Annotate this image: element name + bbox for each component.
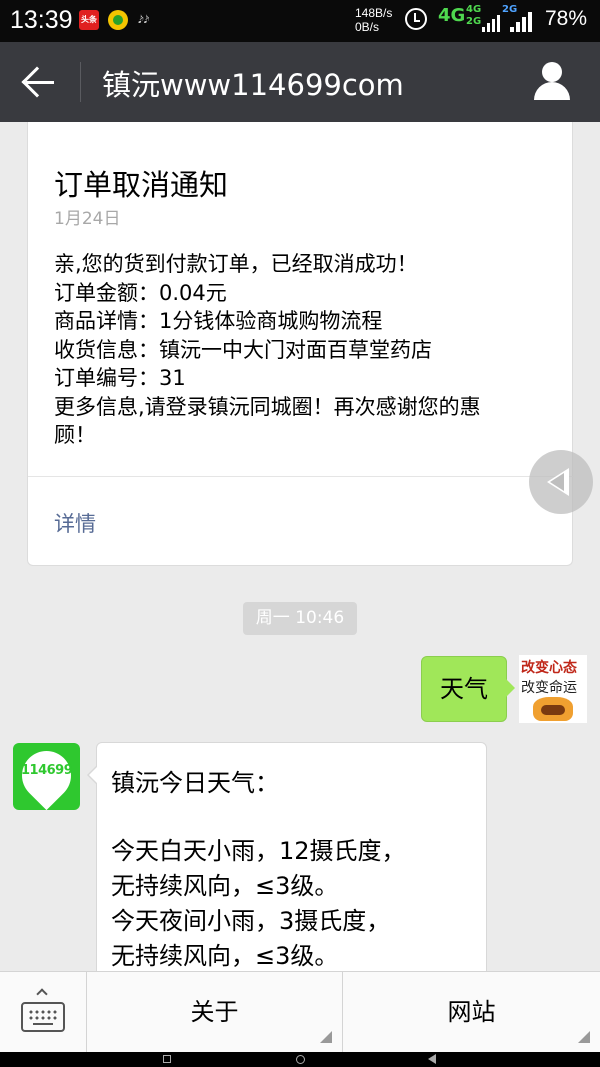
network-speed-up: 148B/s (355, 6, 393, 20)
card-line: 顾！ (54, 423, 96, 447)
menu-item-about[interactable]: 关于 (87, 972, 343, 1053)
incoming-message-bubble[interactable]: 镇沅今日天气： 今天白天小雨，12摄氏度， 无持续风向，≤3级。 今天夜间小雨，… (87, 742, 487, 982)
card-line: 更多信息,请登录镇沅同城圈！再次感谢您的惠 (54, 394, 481, 419)
card-date: 1月24日 (54, 209, 121, 229)
back-icon[interactable] (428, 1054, 436, 1064)
home-icon[interactable] (296, 1055, 305, 1064)
network-type: 4G (438, 5, 466, 26)
profile-button[interactable] (532, 62, 572, 102)
title-bar: 镇沅www114699com (0, 42, 600, 122)
bot-avatar[interactable]: 114699 (11, 740, 82, 811)
battery-level: 78% (545, 7, 588, 30)
outgoing-message-bubble[interactable]: 天气 (421, 656, 515, 722)
card-line: 亲,您的货到付款订单，已经取消成功！ (54, 252, 418, 276)
avatar-image (533, 697, 573, 721)
sim2-type-2: 2G (466, 16, 482, 27)
back-arrow-stem (26, 81, 54, 84)
back-button[interactable] (21, 64, 62, 100)
details-link[interactable]: 详情 (54, 508, 96, 538)
order-cancel-card[interactable]: 订单取消通知 1月24日 亲,您的货到付款订单，已经取消成功！ 订单金额：0.0… (27, 122, 574, 566)
message-line: 无持续风向，≤3级。 (111, 942, 339, 970)
news-app-icon: 头条 (79, 10, 99, 30)
card-line: 订单金额：0.04元 (54, 280, 227, 305)
title-divider (80, 62, 81, 102)
keyboard-icon (21, 1002, 65, 1032)
app-notification-icon (108, 10, 128, 30)
chevron-up-icon (36, 988, 48, 1000)
avatar-text-1: 改变心态 (521, 660, 577, 676)
message-line: 无持续风向，≤3级。 (111, 872, 339, 900)
message-line: 镇沅今日天气： (111, 769, 279, 797)
signal-icon-sim1 (482, 12, 500, 32)
person-icon (542, 62, 562, 82)
sim2-network: 4G 2G (466, 4, 481, 28)
avatar-text-2: 改变命运 (521, 680, 577, 696)
menu-item-label: 网站 (447, 998, 496, 1026)
my-avatar[interactable]: 改变心态 改变命运 (519, 655, 587, 723)
message-line: 今天白天小雨，12摄氏度， (111, 837, 406, 865)
chat-title: 镇沅www114699com (102, 68, 404, 102)
card-line: 商品详情：1分钱体验商城购物流程 (54, 309, 383, 333)
message-line: 今天夜间小雨，3摄氏度， (111, 907, 391, 935)
card-title: 订单取消通知 (54, 168, 229, 202)
card-line: 订单编号：31 (54, 366, 186, 390)
card-divider (28, 476, 574, 477)
bot-avatar-label: 114699 (21, 763, 73, 778)
sim2-type-1: 4G (466, 4, 482, 15)
message-timestamp: 周一 10:46 (243, 602, 357, 635)
system-nav-bar (0, 1052, 600, 1067)
keyboard-toggle-button[interactable] (0, 972, 87, 1053)
wechat-notification-icon: 𝆔𝆔 (138, 8, 150, 28)
card-line: 收货信息：镇沅一中大门对面百草堂药店 (54, 337, 432, 362)
submenu-indicator-icon (578, 1031, 590, 1043)
signal-icon-sim2 (510, 12, 532, 32)
bottom-menu: 关于 网站 (0, 971, 600, 1053)
network-speed: 148B/s 0B/s (355, 6, 392, 34)
network-speed-down: 0B/s (355, 20, 380, 34)
menu-item-website[interactable]: 网站 (343, 972, 600, 1053)
recents-icon[interactable] (163, 1055, 171, 1063)
card-body: 亲,您的货到付款订单，已经取消成功！ 订单金额：0.04元 商品详情：1分钱体验… (54, 250, 554, 450)
status-time: 13:39 (10, 6, 73, 34)
floating-back-button[interactable] (529, 450, 593, 514)
person-icon-body (534, 82, 570, 100)
alarm-icon (405, 8, 427, 30)
menu-item-label: 关于 (190, 998, 239, 1026)
status-bar: 13:39 头条 𝆔𝆔 148B/s 0B/s 4G 4G 2G 2G 78% (0, 0, 600, 42)
submenu-indicator-icon (320, 1031, 332, 1043)
